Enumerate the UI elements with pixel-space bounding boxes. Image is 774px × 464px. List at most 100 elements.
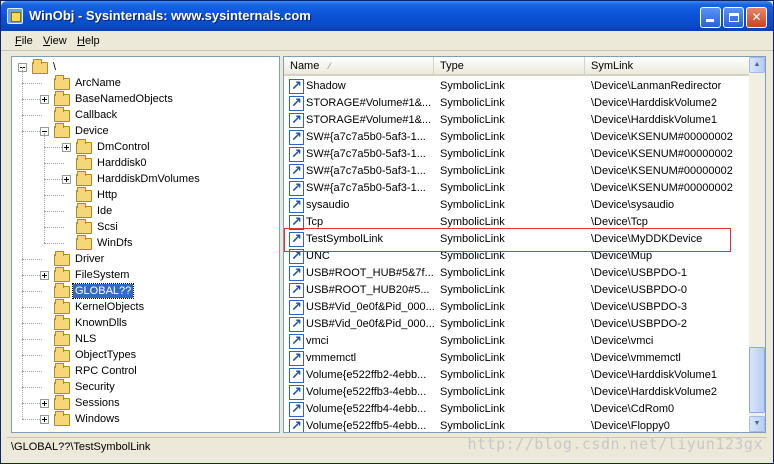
scroll-up-button[interactable]: ▲ bbox=[749, 57, 765, 73]
row-type: SymbolicLink bbox=[440, 165, 505, 177]
list-row[interactable]: vmmemctl SymbolicLink \Device\vmmemctl bbox=[284, 349, 750, 367]
tree-item[interactable]: FileSystem bbox=[12, 267, 279, 283]
sort-ascending-icon: ⁄ bbox=[329, 61, 331, 71]
tree-item[interactable]: HarddiskDmVolumes bbox=[12, 171, 279, 187]
column-header-name[interactable]: Name ⁄ bbox=[284, 57, 434, 76]
folder-icon bbox=[54, 331, 70, 346]
list-row[interactable]: STORAGE#Volume#1&... SymbolicLink \Device\… bbox=[284, 94, 750, 112]
expand-icon[interactable] bbox=[40, 399, 49, 408]
list-row[interactable]: Volume{e522ffb5-4ebb... SymbolicLink \Devi… bbox=[284, 417, 750, 432]
winobj-window: WinObj - Sysinternals: www.sysinternals.… bbox=[0, 0, 774, 464]
scroll-thumb[interactable] bbox=[749, 347, 765, 413]
list-row[interactable]: Volume{e522ffb2-4ebb... SymbolicLink \Devi… bbox=[284, 366, 750, 384]
vertical-scrollbar[interactable]: ▲ ▼ bbox=[749, 57, 765, 432]
tree-connector-line bbox=[22, 131, 42, 132]
tree-connector-line bbox=[22, 83, 42, 84]
list-row[interactable]: USB#ROOT_HUB20#5... SymbolicLink \Device\U… bbox=[284, 281, 750, 299]
list-row[interactable]: USB#Vid_0e0f&Pid_000... SymbolicLink \Devi… bbox=[284, 298, 750, 316]
symbolic-link-icon bbox=[289, 417, 304, 432]
menu-file-label: ile bbox=[21, 35, 33, 47]
watermark: http://blog.csdn.net/liyun123gx bbox=[467, 435, 763, 453]
tree-item[interactable]: DmControl bbox=[12, 139, 279, 155]
tree-item-label: Callback bbox=[75, 109, 118, 121]
menu-help[interactable]: Help bbox=[77, 35, 100, 47]
close-button[interactable]: ✕ bbox=[746, 7, 767, 28]
list-row[interactable]: SW#{a7c7a5b0-5af3-1... SymbolicLink \Devic… bbox=[284, 128, 750, 146]
menu-file-accelerator: F bbox=[15, 35, 22, 47]
scroll-up-icon: ▲ bbox=[753, 61, 761, 68]
menu-view[interactable]: View bbox=[43, 35, 67, 47]
tree-item[interactable]: KernelObjects bbox=[12, 299, 279, 315]
folder-icon bbox=[54, 363, 70, 378]
list-row[interactable]: UNC SymbolicLink \Device\Mup bbox=[284, 247, 750, 265]
minimize-button[interactable] bbox=[700, 7, 721, 28]
list-row[interactable]: SW#{a7c7a5b0-5af3-1... SymbolicLink \Devic… bbox=[284, 145, 750, 163]
list-row[interactable]: STORAGE#Volume#1&... SymbolicLink \Device\… bbox=[284, 111, 750, 129]
menu-file[interactable]: File bbox=[15, 35, 33, 47]
symbolic-link-icon bbox=[289, 179, 304, 196]
list-row[interactable]: USB#ROOT_HUB#5&7f... SymbolicLink \Device\… bbox=[284, 264, 750, 282]
list-row[interactable]: vmci SymbolicLink \Device\vmci bbox=[284, 332, 750, 350]
tree-item[interactable]: NLS bbox=[12, 331, 279, 347]
tree-item[interactable]: RPC Control bbox=[12, 363, 279, 379]
list-row[interactable]: SW#{a7c7a5b0-5af3-1... SymbolicLink \Devic… bbox=[284, 179, 750, 197]
list-row[interactable]: USB#Vid_0e0f&Pid_000... SymbolicLink \Devi… bbox=[284, 315, 750, 333]
tree-item[interactable]: \ bbox=[12, 59, 279, 75]
row-symlink: \Device\HarddiskVolume1 bbox=[591, 114, 717, 126]
row-name: USB#ROOT_HUB20#5... bbox=[306, 284, 430, 296]
expand-icon[interactable] bbox=[40, 415, 49, 424]
tree-item[interactable]: Ide bbox=[12, 203, 279, 219]
tree-item[interactable]: Driver bbox=[12, 251, 279, 267]
symbolic-link-icon bbox=[289, 230, 304, 247]
symbolic-link-icon bbox=[289, 366, 304, 383]
row-name: SW#{a7c7a5b0-5af3-1... bbox=[306, 182, 426, 194]
expand-icon[interactable] bbox=[40, 95, 49, 104]
tree-item[interactable]: ObjectTypes bbox=[12, 347, 279, 363]
tree-item[interactable]: Device bbox=[12, 123, 279, 139]
scroll-down-button[interactable]: ▼ bbox=[749, 416, 765, 432]
expand-icon[interactable] bbox=[62, 143, 71, 152]
object-list[interactable]: Name ⁄ Type SymLink Shadow SymbolicLink \D… bbox=[283, 56, 766, 433]
row-type: SymbolicLink bbox=[440, 148, 505, 160]
row-symlink: \Device\HarddiskVolume2 bbox=[591, 97, 717, 109]
title-bar[interactable]: WinObj - Sysinternals: www.sysinternals.… bbox=[1, 1, 773, 31]
row-type: SymbolicLink bbox=[440, 182, 505, 194]
row-name: SW#{a7c7a5b0-5af3-1... bbox=[306, 165, 426, 177]
tree-item-label: ObjectTypes bbox=[75, 349, 137, 361]
list-row[interactable]: Volume{e522ffb4-4ebb... SymbolicLink \Devi… bbox=[284, 400, 750, 418]
tree-item-label: FileSystem bbox=[75, 269, 130, 281]
tree-item[interactable]: Callback bbox=[12, 107, 279, 123]
row-type: SymbolicLink bbox=[440, 352, 505, 364]
tree-item[interactable]: Http bbox=[12, 187, 279, 203]
tree-item-label: WinDfs bbox=[97, 237, 133, 249]
tree-item[interactable]: WinDfs bbox=[12, 235, 279, 251]
tree-connector-line bbox=[44, 211, 64, 212]
tree-item-label: KernelObjects bbox=[75, 301, 145, 313]
column-header-symlink[interactable]: SymLink bbox=[585, 57, 765, 76]
tree-item[interactable]: Security bbox=[12, 379, 279, 395]
list-row[interactable]: SW#{a7c7a5b0-5af3-1... SymbolicLink \Devic… bbox=[284, 162, 750, 180]
list-row[interactable]: Tcp SymbolicLink \Device\Tcp bbox=[284, 213, 750, 231]
object-tree[interactable]: \ ArcName BaseNamedObjects Callback Device Dm… bbox=[11, 56, 280, 433]
tree-item[interactable]: BaseNamedObjects bbox=[12, 91, 279, 107]
list-row[interactable]: TestSymbolLink SymbolicLink \Device\MyDDKD… bbox=[284, 230, 750, 248]
folder-icon bbox=[54, 411, 70, 426]
tree-item[interactable]: GLOBAL?? bbox=[12, 283, 279, 299]
row-type: SymbolicLink bbox=[440, 403, 505, 415]
tree-item[interactable]: Harddisk0 bbox=[12, 155, 279, 171]
maximize-button[interactable] bbox=[723, 7, 744, 28]
tree-item[interactable]: Scsi bbox=[12, 219, 279, 235]
tree-item[interactable]: Windows bbox=[12, 411, 279, 427]
list-row[interactable]: Volume{e522ffb3-4ebb... SymbolicLink \Devi… bbox=[284, 383, 750, 401]
expand-icon[interactable] bbox=[40, 271, 49, 280]
list-row[interactable]: Shadow SymbolicLink \Device\LanmanRedirect… bbox=[284, 77, 750, 95]
row-symlink: \Device\sysaudio bbox=[591, 199, 675, 211]
tree-item[interactable]: Sessions bbox=[12, 395, 279, 411]
expand-icon[interactable] bbox=[62, 175, 71, 184]
list-row[interactable]: sysaudio SymbolicLink \Device\sysaudio bbox=[284, 196, 750, 214]
column-header-type[interactable]: Type bbox=[434, 57, 585, 76]
tree-item-label: Device bbox=[75, 125, 109, 137]
tree-item[interactable]: KnownDlls bbox=[12, 315, 279, 331]
tree-item-label: GLOBAL?? bbox=[71, 283, 135, 299]
tree-item[interactable]: ArcName bbox=[12, 75, 279, 91]
